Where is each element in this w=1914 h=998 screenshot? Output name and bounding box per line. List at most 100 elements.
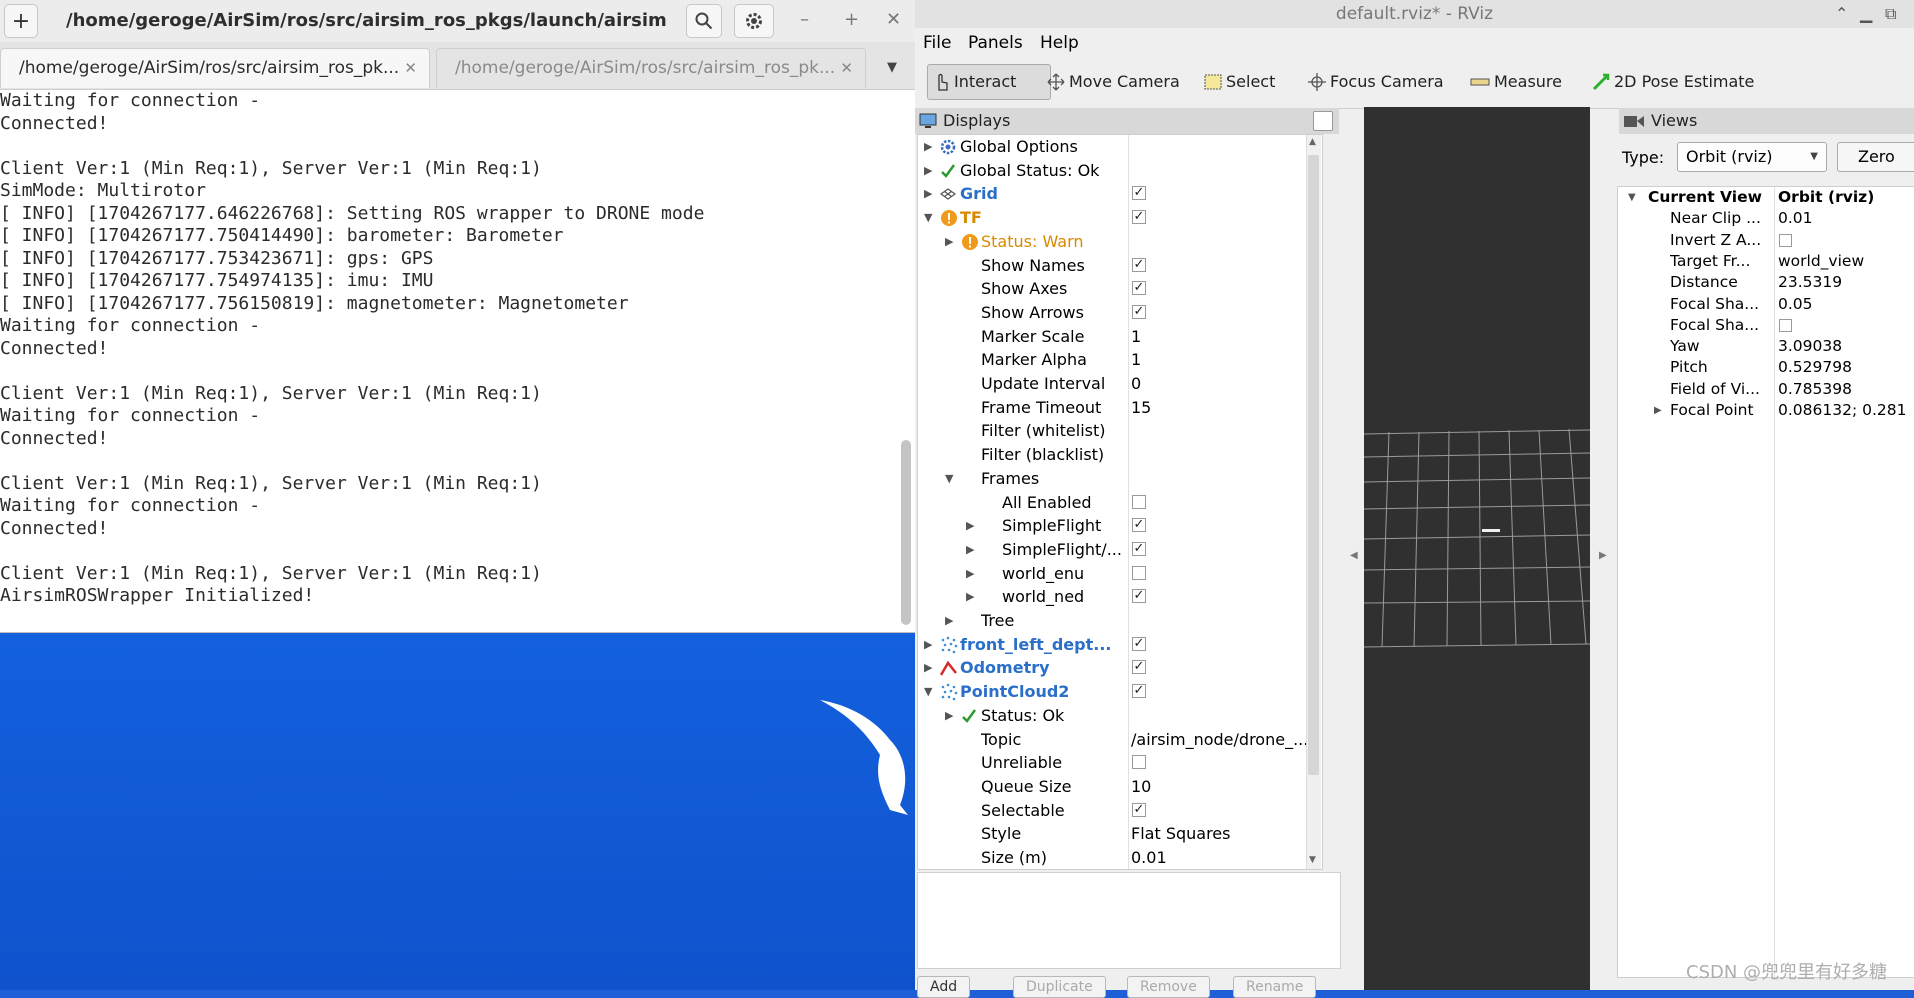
display-row-tree[interactable]: ▶ Tree bbox=[918, 609, 1322, 633]
view-property-value[interactable]: 23.5319 bbox=[1778, 272, 1914, 293]
collapse-right-icon[interactable]: ▶ bbox=[1599, 550, 1607, 561]
enable-checkbox[interactable] bbox=[1132, 494, 1146, 509]
terminal-output[interactable]: Waiting for connection - Connected! Client… bbox=[0, 90, 900, 630]
expand-right-icon[interactable]: ▶ bbox=[924, 182, 932, 206]
expand-right-icon[interactable]: ▶ bbox=[924, 633, 932, 657]
display-value[interactable]: 1 bbox=[1131, 325, 1306, 349]
enable-checkbox[interactable]: ✓ bbox=[1132, 541, 1146, 556]
display-row-simpleflight[interactable]: ▶ SimpleFlight/... ✓ bbox=[918, 538, 1322, 562]
display-row-selectable[interactable]: Selectable ✓ bbox=[918, 799, 1322, 823]
expand-down-icon[interactable]: ▼ bbox=[945, 467, 953, 491]
expand-right-icon[interactable]: ▶ bbox=[945, 609, 953, 633]
view-property-checkbox[interactable] bbox=[1779, 318, 1792, 332]
maximize-button[interactable]: + bbox=[844, 0, 859, 42]
display-row-queue-size[interactable]: Queue Size 10 bbox=[918, 775, 1322, 799]
expand-right-icon[interactable]: ▶ bbox=[924, 135, 932, 159]
expand-right-icon[interactable]: ▶ bbox=[966, 514, 974, 538]
display-row-show-arrows[interactable]: Show Arrows ✓ bbox=[918, 301, 1322, 325]
terminal-tab-1[interactable]: /home/geroge/AirSim/ros/src/airsim_ros_p… bbox=[0, 48, 430, 88]
display-row-global-options[interactable]: ▶ Global Options bbox=[918, 135, 1322, 159]
display-row-marker-scale[interactable]: Marker Scale 1 bbox=[918, 325, 1322, 349]
view-property-value[interactable]: 0.785398 bbox=[1778, 379, 1914, 400]
menu-file[interactable]: File bbox=[923, 28, 951, 58]
scrollbar-thumb[interactable] bbox=[1308, 155, 1319, 775]
view-property-checkbox[interactable] bbox=[1779, 233, 1792, 247]
display-row-update-interval[interactable]: Update Interval 0 bbox=[918, 372, 1322, 396]
view-property-value[interactable]: 0.086132; 0.281 bbox=[1778, 400, 1914, 421]
expand-right-icon[interactable]: ▶ bbox=[924, 656, 932, 680]
display-row-size-m[interactable]: Size (m) 0.01 bbox=[918, 846, 1322, 869]
close-tab-icon[interactable]: ✕ bbox=[404, 49, 417, 87]
view-property-row[interactable]: ▼ Current View Orbit (rviz) bbox=[1618, 187, 1914, 208]
enable-checkbox[interactable]: ✓ bbox=[1132, 304, 1146, 319]
scroll-up-icon[interactable]: ▲ bbox=[1309, 137, 1316, 147]
display-row-filter-blacklist[interactable]: Filter (blacklist) bbox=[918, 443, 1322, 467]
display-row-front-left-dept[interactable]: ▶ front_left_dept... ✓ bbox=[918, 633, 1322, 657]
close-window-button[interactable]: ✕ bbox=[886, 0, 901, 42]
menu-button[interactable] bbox=[734, 4, 774, 38]
enable-checkbox[interactable]: ✓ bbox=[1132, 660, 1146, 675]
enable-checkbox[interactable]: ✓ bbox=[1132, 281, 1146, 296]
expand-down-icon[interactable]: ▼ bbox=[1628, 187, 1636, 208]
collapse-left-icon[interactable]: ◀ bbox=[1350, 550, 1358, 561]
enable-checkbox[interactable] bbox=[1132, 755, 1146, 770]
display-row-style[interactable]: Style Flat Squares bbox=[918, 822, 1322, 846]
display-row-show-names[interactable]: Show Names ✓ bbox=[918, 254, 1322, 278]
scroll-down-icon[interactable]: ▼ bbox=[1309, 855, 1316, 865]
view-property-row[interactable]: Invert Z A... bbox=[1618, 230, 1914, 251]
view-property-row[interactable]: Field of Vi... 0.785398 bbox=[1618, 379, 1914, 400]
expand-down-icon[interactable]: ▼ bbox=[924, 206, 932, 230]
display-row-topic[interactable]: Topic/airsim_node/drone_... bbox=[918, 728, 1322, 752]
enable-checkbox[interactable]: ✓ bbox=[1132, 802, 1146, 817]
display-value[interactable]: 0 bbox=[1131, 372, 1306, 396]
display-row-status-ok[interactable]: ▶ Status: Ok bbox=[918, 704, 1322, 728]
display-row-simpleflight[interactable]: ▶ SimpleFlight ✓ bbox=[918, 514, 1322, 538]
view-property-value[interactable]: 0.01 bbox=[1778, 208, 1914, 229]
undock-panel-button[interactable] bbox=[1313, 111, 1333, 131]
restore-button[interactable]: ⧉ bbox=[1885, 0, 1896, 28]
display-value[interactable]: 15 bbox=[1131, 396, 1306, 420]
tool-move-camera[interactable]: Move Camera bbox=[1047, 64, 1180, 100]
display-value[interactable]: Flat Squares bbox=[1131, 822, 1306, 846]
view-property-row[interactable]: Yaw 3.09038 bbox=[1618, 336, 1914, 357]
3d-viewport[interactable] bbox=[1364, 107, 1590, 990]
view-property-row[interactable]: Target Fr... world_view bbox=[1618, 251, 1914, 272]
tool-measure[interactable]: Measure bbox=[1470, 64, 1562, 100]
display-value[interactable]: /airsim_node/drone_... bbox=[1131, 728, 1306, 752]
enable-checkbox[interactable]: ✓ bbox=[1132, 186, 1146, 201]
terminal-scrollbar[interactable] bbox=[901, 440, 911, 625]
display-row-filter-whitelist[interactable]: Filter (whitelist) bbox=[918, 419, 1322, 443]
expand-down-icon[interactable]: ▼ bbox=[924, 680, 932, 704]
new-tab-button[interactable]: + bbox=[4, 4, 38, 38]
minimize-button[interactable]: ▁ bbox=[1860, 0, 1872, 28]
zero-view-button[interactable]: Zero bbox=[1837, 142, 1914, 172]
tool-select[interactable]: Select bbox=[1204, 64, 1275, 100]
menu-panels[interactable]: Panels bbox=[968, 28, 1023, 58]
enable-checkbox[interactable] bbox=[1132, 565, 1146, 580]
expand-right-icon[interactable]: ▶ bbox=[945, 704, 953, 728]
view-property-value[interactable]: 0.529798 bbox=[1778, 357, 1914, 378]
display-row-show-axes[interactable]: Show Axes ✓ bbox=[918, 277, 1322, 301]
add-display-button[interactable]: Add bbox=[917, 976, 971, 998]
enable-checkbox[interactable]: ✓ bbox=[1132, 684, 1146, 699]
display-row-status-warn[interactable]: ▶ Status: Warn bbox=[918, 230, 1322, 254]
display-row-marker-alpha[interactable]: Marker Alpha 1 bbox=[918, 348, 1322, 372]
display-row-all-enabled[interactable]: All Enabled bbox=[918, 491, 1322, 515]
view-property-value[interactable]: 3.09038 bbox=[1778, 336, 1914, 357]
chevron-up-icon[interactable]: ⌃ bbox=[1835, 0, 1848, 28]
display-row-frames[interactable]: ▼ Frames bbox=[918, 467, 1322, 491]
expand-right-icon[interactable]: ▶ bbox=[966, 538, 974, 562]
tool-focus-camera[interactable]: Focus Camera bbox=[1308, 64, 1444, 100]
displays-scrollbar[interactable]: ▲ ▼ bbox=[1306, 135, 1321, 869]
enable-checkbox[interactable]: ✓ bbox=[1132, 518, 1146, 533]
expand-right-icon[interactable]: ▶ bbox=[966, 562, 974, 586]
rename-display-button[interactable]: Rename bbox=[1233, 976, 1317, 998]
expand-right-icon[interactable]: ▶ bbox=[966, 585, 974, 609]
search-button[interactable] bbox=[686, 4, 722, 38]
display-row-unreliable[interactable]: Unreliable bbox=[918, 751, 1322, 775]
display-row-global-status-ok[interactable]: ▶ Global Status: Ok bbox=[918, 159, 1322, 183]
expand-right-icon[interactable]: ▶ bbox=[945, 230, 953, 254]
minimize-button[interactable]: – bbox=[800, 0, 809, 42]
display-row-tf[interactable]: ▼ TF ✓ bbox=[918, 206, 1322, 230]
tool-interact[interactable]: Interact bbox=[927, 64, 1051, 100]
